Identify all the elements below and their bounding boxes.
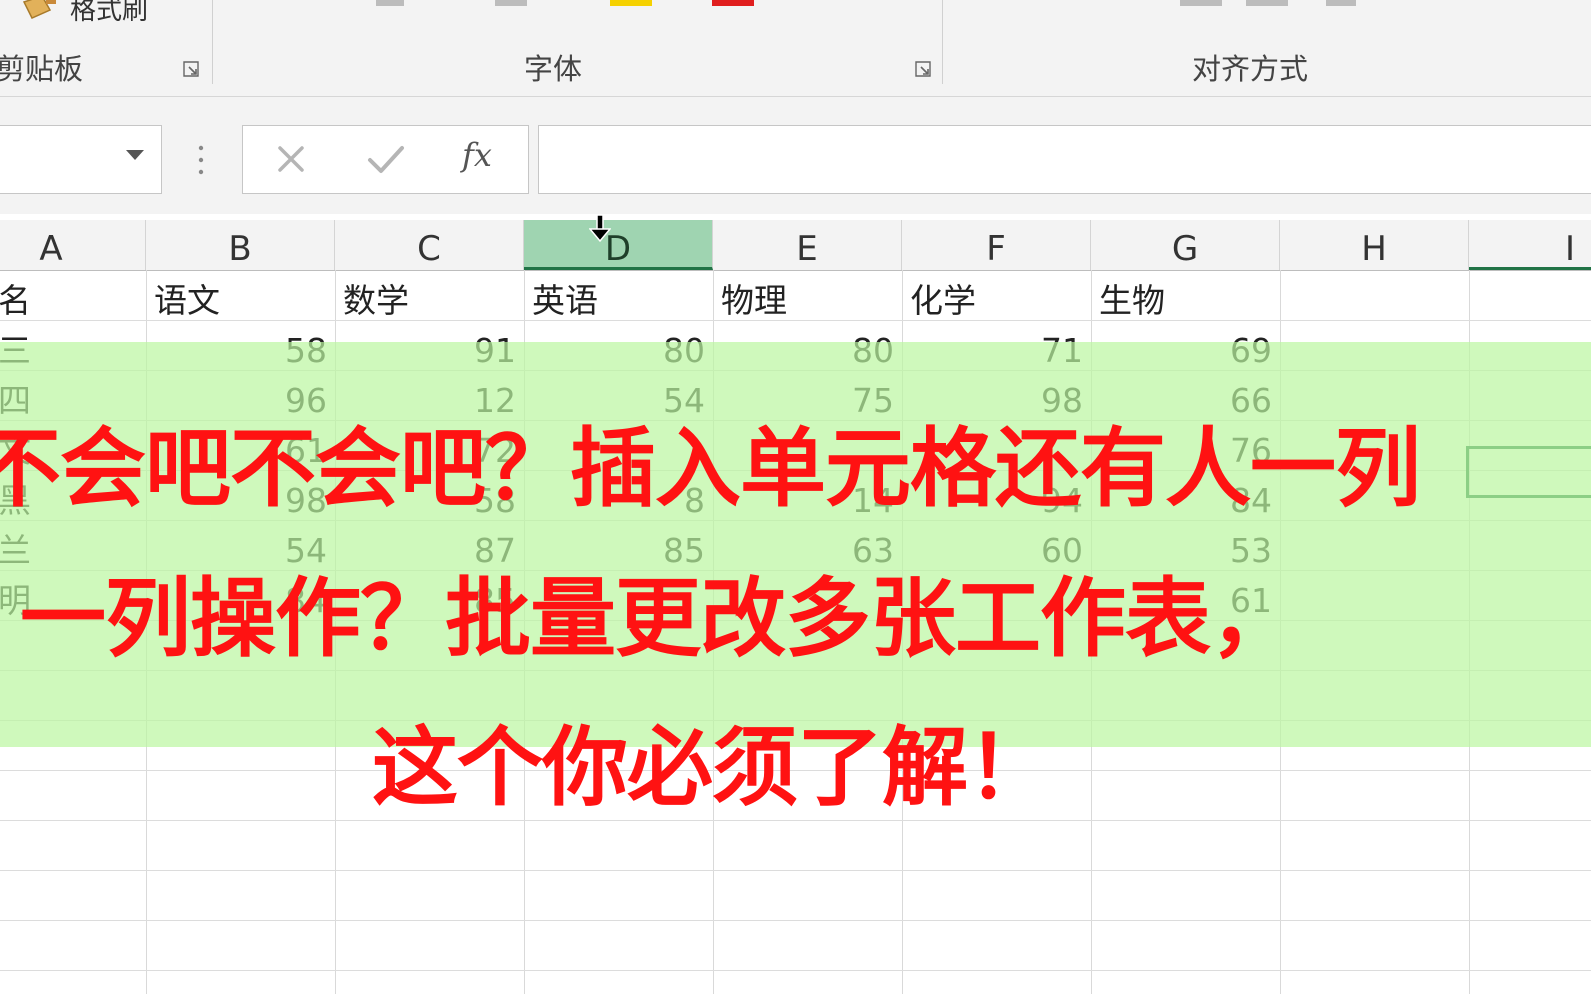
column-header-e[interactable]: E: [713, 220, 902, 270]
column-header-f[interactable]: F: [902, 220, 1091, 270]
cancel-icon[interactable]: [274, 142, 308, 176]
ribbon-control-fragment[interactable]: [1326, 0, 1356, 6]
cell-e1[interactable]: 物理: [713, 272, 902, 322]
cell-a1[interactable]: 姓名: [0, 272, 146, 322]
clipboard-launcher-icon[interactable]: [182, 60, 200, 78]
confirm-icon[interactable]: [366, 142, 406, 176]
gridline: [0, 920, 1591, 921]
font-launcher-icon[interactable]: [914, 60, 932, 78]
caption-line-3: 这个你必须了解！: [372, 718, 1053, 818]
clipboard-group-label: 剪贴板: [0, 52, 84, 86]
ribbon-control-fragment[interactable]: [1246, 0, 1288, 6]
cell-f1[interactable]: 化学: [902, 272, 1091, 322]
highlight-color-icon[interactable]: [610, 0, 652, 6]
ribbon-control-fragment[interactable]: [495, 0, 527, 6]
column-header-a[interactable]: A: [0, 220, 146, 270]
cell-d1[interactable]: 英语: [524, 272, 713, 322]
font-group-label: 字体: [524, 52, 583, 86]
formula-bar-resize-handle-icon[interactable]: [196, 140, 206, 180]
formula-input[interactable]: [538, 125, 1591, 194]
group-divider: [942, 0, 943, 84]
ribbon: 格式刷 剪贴板 字体 对齐方式: [0, 0, 1591, 97]
column-header-d[interactable]: D: [524, 220, 713, 270]
column-header-g[interactable]: G: [1091, 220, 1280, 270]
column-header-c[interactable]: C: [335, 220, 524, 270]
column-header-b[interactable]: B: [146, 220, 335, 270]
gridline: [0, 970, 1591, 971]
group-divider: [212, 0, 213, 84]
font-color-icon[interactable]: [712, 0, 754, 6]
column-select-cursor-icon: [589, 214, 611, 243]
chevron-down-icon[interactable]: [124, 148, 146, 162]
caption-line-1: 不会吧不会吧？插入单元格还有人一列: [0, 419, 1421, 519]
ribbon-control-fragment[interactable]: [376, 0, 404, 6]
column-header-i[interactable]: I: [1469, 220, 1591, 270]
insert-function-icon[interactable]: fx: [462, 136, 492, 174]
cell-g1[interactable]: 生物: [1091, 272, 1280, 322]
format-painter-icon[interactable]: [20, 0, 60, 20]
cell-c1[interactable]: 数学: [335, 272, 524, 322]
format-painter-button[interactable]: 格式刷: [70, 0, 148, 27]
cell-b1[interactable]: 语文: [146, 272, 335, 322]
ribbon-control-fragment[interactable]: [1180, 0, 1222, 6]
column-header-h[interactable]: H: [1280, 220, 1469, 270]
caption-line-2: 一列操作？批量更改多张工作表，: [20, 569, 1296, 669]
column-header-row: A B C D E F G H I: [0, 220, 1591, 271]
gridline: [0, 870, 1591, 871]
alignment-group-label: 对齐方式: [1192, 52, 1309, 86]
